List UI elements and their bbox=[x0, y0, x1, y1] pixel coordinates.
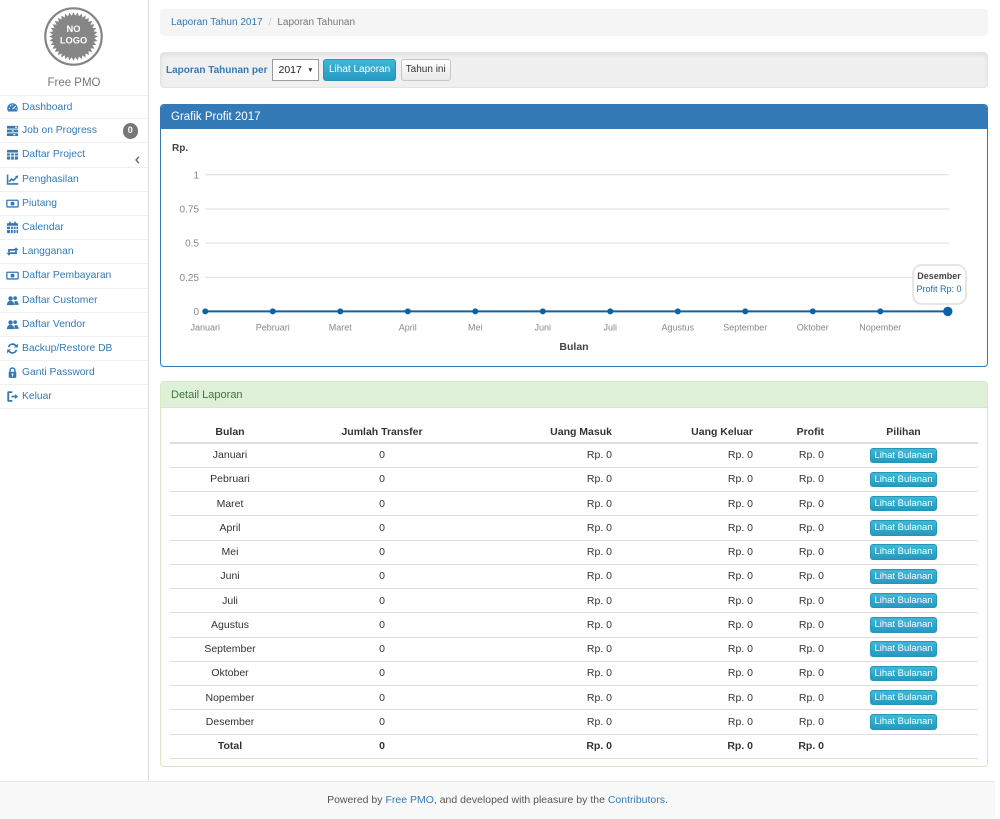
svg-text:LOGO: LOGO bbox=[59, 35, 86, 45]
svg-text:0.75: 0.75 bbox=[180, 205, 200, 216]
svg-text:Agustus: Agustus bbox=[662, 323, 695, 333]
svg-text:Januari: Januari bbox=[191, 323, 221, 333]
svg-text:Juli: Juli bbox=[604, 323, 618, 333]
svg-text:NO: NO bbox=[66, 24, 80, 34]
svg-text:Nopember: Nopember bbox=[859, 323, 901, 333]
svg-text:April: April bbox=[399, 323, 417, 333]
svg-text:Pebruari: Pebruari bbox=[256, 323, 290, 333]
svg-text:Oktober: Oktober bbox=[797, 323, 829, 333]
svg-text:0.25: 0.25 bbox=[180, 273, 200, 284]
svg-text:0.5: 0.5 bbox=[185, 239, 199, 250]
svg-text:0: 0 bbox=[193, 307, 199, 318]
svg-text:Mei: Mei bbox=[468, 323, 483, 333]
svg-text:Juni: Juni bbox=[535, 323, 552, 333]
svg-text:September: September bbox=[723, 323, 767, 333]
svg-text:1: 1 bbox=[193, 170, 199, 181]
svg-text:Maret: Maret bbox=[329, 323, 353, 333]
